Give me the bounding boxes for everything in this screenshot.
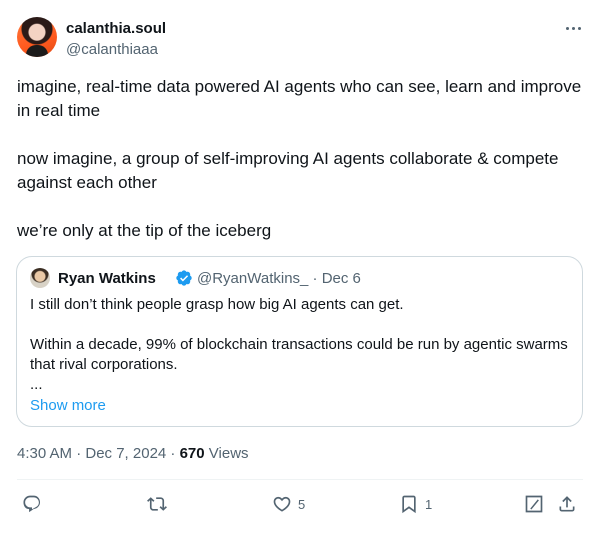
author-avatar[interactable] (17, 17, 57, 57)
quoted-author-name[interactable]: Ryan Watkins (58, 270, 156, 287)
like-button[interactable]: 5 (272, 492, 305, 516)
bookmark-icon (402, 495, 416, 514)
show-more-link[interactable]: Show more (30, 397, 106, 414)
tweet-paragraph: now imagine, a group of self-improving A… (17, 149, 559, 192)
grok-icon (525, 495, 543, 513)
bookmark-button[interactable]: 1 (399, 492, 432, 516)
share-button[interactable] (557, 492, 577, 516)
tweet-header: calanthia.soul @calanthiaaa (17, 17, 583, 63)
author-name[interactable]: calanthia.soul (66, 20, 166, 37)
tweet-paragraph: we’re only at the tip of the iceberg (17, 221, 272, 240)
action-bar: 5 1 (0, 490, 600, 520)
repost-button[interactable] (147, 492, 167, 516)
like-count: 5 (298, 496, 306, 512)
author-handle[interactable]: @calanthiaaa (66, 41, 158, 58)
quoted-tweet[interactable]: Ryan Watkins @RyanWatkins_ · Dec 6 I sti… (16, 256, 583, 427)
views-label: Views (204, 445, 249, 462)
quoted-author-avatar[interactable] (30, 268, 50, 288)
views-count: 670 (179, 445, 205, 462)
share-icon (559, 496, 575, 512)
bookmark-count: 1 (425, 496, 433, 512)
quoted-paragraph: Within a decade, 99% of blockchain trans… (30, 336, 568, 373)
tweet-meta: 4:30 AM · Dec 7, 2024 · 670 Views (17, 445, 249, 462)
divider (17, 479, 583, 480)
repost-icon (147, 497, 167, 511)
heart-icon (273, 496, 291, 512)
more-options-icon[interactable] (563, 21, 583, 35)
reply-button[interactable] (22, 492, 42, 516)
quoted-paragraph: I still don’t think people grasp how big… (30, 296, 404, 313)
reply-icon (23, 495, 41, 513)
grok-button[interactable] (524, 492, 544, 516)
tweet-paragraph: imagine, real-time data powered AI agent… (17, 77, 582, 120)
quoted-handle-date[interactable]: @RyanWatkins_ · Dec 6 (197, 270, 361, 287)
quoted-tweet-text: I still don’t think people grasp how big… (30, 295, 570, 375)
verified-badge-icon (176, 270, 192, 286)
tweet-text: imagine, real-time data powered AI agent… (17, 75, 583, 243)
quoted-ellipsis: ... (30, 376, 43, 393)
timestamp[interactable]: 4:30 AM · Dec 7, 2024 · (17, 445, 180, 462)
